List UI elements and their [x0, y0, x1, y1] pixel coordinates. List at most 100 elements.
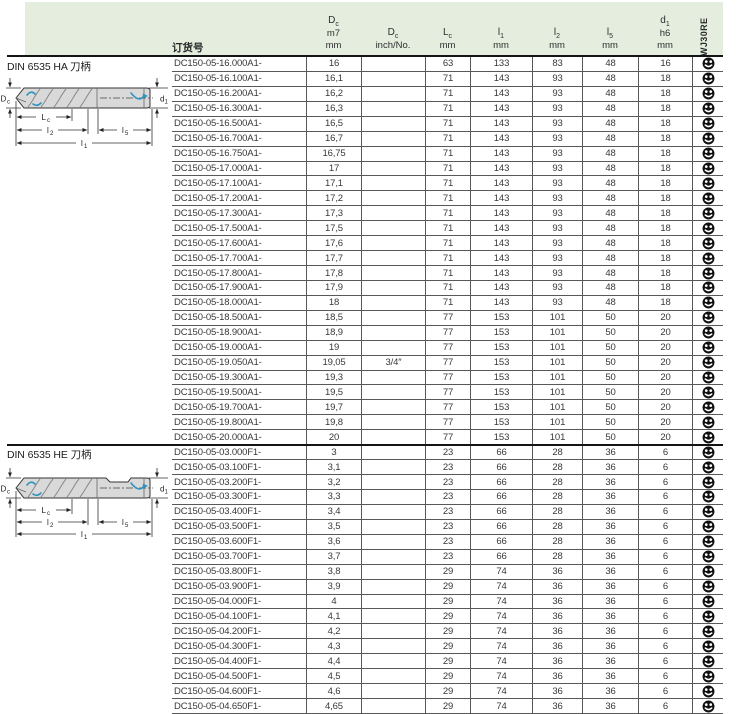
order-number-cell: DC150-05-17.300A1- [172, 206, 306, 220]
value-cell: 28 [532, 445, 582, 459]
coolant-drill-cross-section-icon [702, 490, 715, 503]
order-number-cell: DC150-05-04.200F1- [172, 624, 306, 638]
value-cell: 4 [306, 595, 361, 609]
value-cell: 36 [582, 580, 638, 594]
coolant-drill-cross-section-icon [702, 162, 715, 175]
value-cell: 19,5 [306, 385, 361, 399]
value-cell: 36 [532, 639, 582, 653]
value-cell: 48 [582, 57, 638, 71]
value-cell: 18 [638, 296, 692, 310]
value-cell: 143 [470, 162, 532, 176]
value-cell: 18 [638, 266, 692, 280]
value-cell: 101 [532, 400, 582, 414]
value-cell: 19,8 [306, 415, 361, 429]
table-row: DC150-05-17.700A1-17,771143934818 [172, 251, 723, 266]
value-cell [361, 460, 425, 474]
value-cell: 50 [582, 341, 638, 355]
value-cell: 36 [582, 445, 638, 459]
value-cell: 6 [638, 639, 692, 653]
value-cell: 93 [532, 236, 582, 250]
coolant-drill-cross-section-icon [702, 401, 715, 414]
value-cell: 23 [425, 490, 470, 504]
table-row: DC150-05-18.000A1-1871143934818 [172, 296, 723, 311]
value-cell: 4,5 [306, 669, 361, 683]
svg-text:1: 1 [84, 535, 88, 541]
section-label-din6535-ha: DIN 6535 HA 刀柄 [7, 59, 91, 74]
value-cell: 6 [638, 460, 692, 474]
value-cell: 6 [638, 490, 692, 504]
value-cell: 19,05 [306, 356, 361, 370]
value-cell: 36 [582, 505, 638, 519]
value-cell: 143 [470, 191, 532, 205]
value-cell: 23 [425, 520, 470, 534]
value-cell: 143 [470, 132, 532, 146]
value-cell [361, 505, 425, 519]
value-cell [361, 147, 425, 161]
table-row: DC150-05-17.900A1-17,971143934818 [172, 281, 723, 296]
order-number-cell: DC150-05-03.300F1- [172, 490, 306, 504]
value-cell: 101 [532, 311, 582, 325]
grade-icon-cell [692, 550, 723, 564]
value-cell: 28 [532, 520, 582, 534]
value-cell: 20 [638, 430, 692, 444]
value-cell [361, 669, 425, 683]
value-cell [361, 490, 425, 504]
value-cell: 48 [582, 87, 638, 101]
value-cell: 4,4 [306, 654, 361, 668]
value-cell: 36 [532, 565, 582, 579]
grade-icon-cell [692, 535, 723, 549]
coolant-drill-cross-section-icon [702, 670, 715, 683]
value-cell: 153 [470, 356, 532, 370]
value-cell: 4,1 [306, 609, 361, 623]
value-cell: 93 [532, 251, 582, 265]
value-cell: 36 [582, 550, 638, 564]
value-cell: 6 [638, 654, 692, 668]
value-cell: 19 [306, 341, 361, 355]
dim-label-lc: L [42, 506, 47, 515]
order-number-cell: DC150-05-17.700A1- [172, 251, 306, 265]
column-header-lc: Lc mm [425, 2, 470, 57]
value-cell: 29 [425, 580, 470, 594]
value-cell: 36 [532, 609, 582, 623]
order-number-cell: DC150-05-16.500A1- [172, 117, 306, 131]
value-cell: 143 [470, 266, 532, 280]
order-number-cell: DC150-05-17.500A1- [172, 221, 306, 235]
value-cell: 48 [582, 296, 638, 310]
value-cell: 18 [638, 102, 692, 116]
grade-icon-cell [692, 654, 723, 668]
grade-icon-cell [692, 132, 723, 146]
value-cell: 66 [470, 550, 532, 564]
value-cell: 3,7 [306, 550, 361, 564]
order-number-cell: DC150-05-19.000A1- [172, 341, 306, 355]
value-cell [361, 251, 425, 265]
value-cell [361, 385, 425, 399]
order-number-cell: DC150-05-17.100A1- [172, 176, 306, 190]
value-cell: 4,2 [306, 624, 361, 638]
value-cell: 6 [638, 624, 692, 638]
order-number-column-header: 订货号 [172, 40, 204, 55]
value-cell: 74 [470, 684, 532, 698]
value-cell: 36 [582, 460, 638, 474]
order-number-cell: DC150-05-04.650F1- [172, 699, 306, 713]
table-row: DC150-05-04.650F1-4,65297436366 [172, 699, 723, 714]
value-cell: 101 [532, 385, 582, 399]
value-cell: 3,3 [306, 490, 361, 504]
value-cell [361, 191, 425, 205]
value-cell: 4,65 [306, 699, 361, 713]
value-cell [361, 595, 425, 609]
svg-text:c: c [47, 511, 50, 517]
svg-text:c: c [7, 100, 10, 106]
value-cell: 36 [532, 684, 582, 698]
value-cell: 71 [425, 221, 470, 235]
value-cell: 77 [425, 385, 470, 399]
value-cell: 16 [306, 57, 361, 71]
value-cell [361, 580, 425, 594]
value-cell: 36 [582, 684, 638, 698]
value-cell: 48 [582, 206, 638, 220]
value-cell: 48 [582, 281, 638, 295]
coolant-drill-cross-section-icon [702, 72, 715, 85]
value-cell: 17,5 [306, 221, 361, 235]
grade-icon-cell [692, 147, 723, 161]
order-number-cell: DC150-05-16.200A1- [172, 87, 306, 101]
value-cell: 48 [582, 251, 638, 265]
